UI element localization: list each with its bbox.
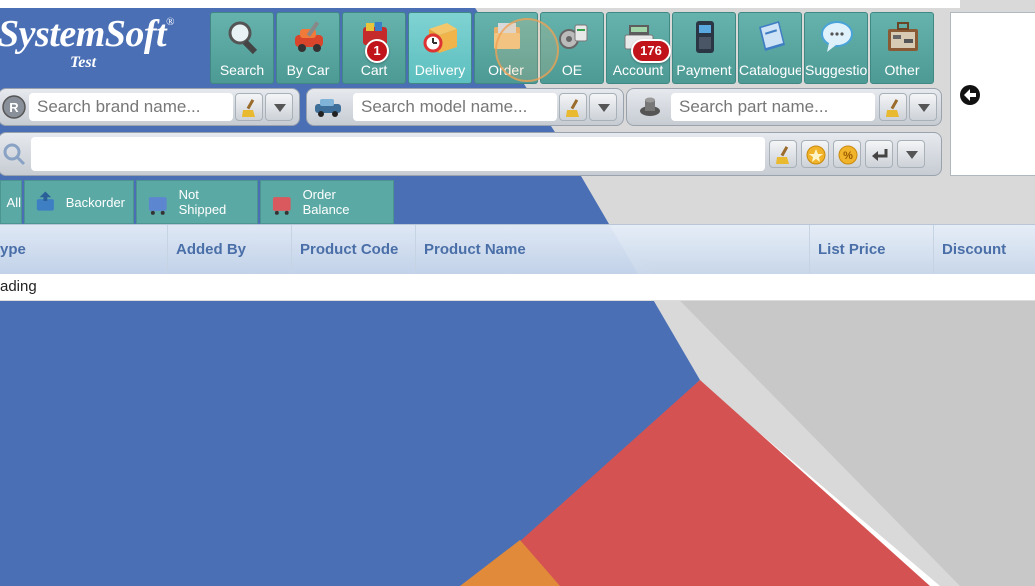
part-search-group xyxy=(626,88,942,126)
order-filter-tabs: All Backorder Not Shipped Order Balance xyxy=(0,180,394,224)
car-icon xyxy=(315,99,341,117)
part-gear-icon xyxy=(640,97,660,116)
speech-bubble-icon xyxy=(821,21,853,52)
column-header-list-price[interactable]: List Price xyxy=(810,225,934,275)
main-dropdown-button[interactable] xyxy=(897,140,925,168)
broom-icon xyxy=(242,99,255,117)
search-icon xyxy=(3,143,26,166)
tab-not-shipped[interactable]: Not Shipped xyxy=(136,180,258,224)
svg-text:R: R xyxy=(9,100,19,115)
catalogue-book-icon xyxy=(759,21,785,51)
model-dropdown-button[interactable] xyxy=(589,93,617,121)
toolbar-cart-button[interactable]: 1 Cart xyxy=(342,12,406,84)
card-terminal-icon xyxy=(696,21,714,53)
toolbox-icon xyxy=(888,22,918,51)
table-loading-status: ading xyxy=(0,274,1035,301)
column-header-product-code[interactable]: Product Code xyxy=(292,225,416,275)
car-tools-icon xyxy=(295,21,323,52)
main-search-group: % xyxy=(0,132,942,176)
cart-down-icon xyxy=(36,191,54,211)
click-highlight-ring xyxy=(495,18,559,82)
star-badge-icon xyxy=(806,145,826,165)
cart-icon xyxy=(148,197,167,215)
part-search-input[interactable] xyxy=(671,93,875,121)
tab-backorder[interactable]: Backorder xyxy=(24,180,134,224)
column-header-type[interactable]: ype xyxy=(0,225,168,275)
main-search-input[interactable] xyxy=(31,137,765,171)
brand-subtitle: Test xyxy=(70,54,97,71)
brand-logo: SystemSoft® Test xyxy=(0,14,213,84)
registered-mark: ® xyxy=(166,16,175,28)
main-toolbar: Search By Car 1 Cart Delivery Order OE 1… xyxy=(210,12,934,84)
toolbar-search-button[interactable]: Search xyxy=(210,12,274,84)
part-dropdown-button[interactable] xyxy=(909,93,937,121)
chevron-down-icon xyxy=(918,104,930,112)
broom-icon xyxy=(566,99,579,117)
chevron-down-icon xyxy=(598,104,610,112)
model-search-group xyxy=(306,88,624,126)
toolbar-delivery-button[interactable]: Delivery xyxy=(408,12,472,84)
back-arrow-icon[interactable] xyxy=(959,84,981,106)
enter-button[interactable] xyxy=(865,140,893,168)
model-clear-button[interactable] xyxy=(559,93,587,121)
delivery-box-icon xyxy=(423,23,457,53)
percent-badge-icon: % xyxy=(838,145,858,165)
column-header-product-name[interactable]: Product Name xyxy=(416,225,810,275)
oe-parts-icon xyxy=(559,24,588,49)
discount-button[interactable]: % xyxy=(833,140,861,168)
brand-dropdown-button[interactable] xyxy=(265,93,293,121)
model-search-input[interactable] xyxy=(353,93,557,121)
column-header-discount[interactable]: Discount xyxy=(934,225,1035,275)
toolbar-account-button[interactable]: 176 Account xyxy=(606,12,671,84)
toolbar-other-button[interactable]: Other xyxy=(870,12,934,84)
toolbar-suggestion-button[interactable]: Suggestion xyxy=(804,12,868,84)
special-offer-button[interactable] xyxy=(801,140,829,168)
brand-logo-icon: R xyxy=(2,95,26,119)
chevron-down-icon xyxy=(274,104,286,112)
toolbar-by-car-button[interactable]: By Car xyxy=(276,12,340,84)
brand-name: SystemSoft xyxy=(0,13,167,55)
cart-count-badge: 1 xyxy=(365,39,389,63)
enter-arrow-icon xyxy=(872,149,888,161)
orders-table-header: ype Added By Product Code Product Name L… xyxy=(0,224,1035,276)
column-header-added-by[interactable]: Added By xyxy=(168,225,292,275)
broom-icon xyxy=(886,99,899,117)
side-panel xyxy=(950,12,1035,176)
tab-all[interactable]: All xyxy=(0,180,22,224)
main-clear-button[interactable] xyxy=(769,140,797,168)
app-window: SystemSoft® Test Search By Car 1 Cart De… xyxy=(0,8,1035,586)
chevron-down-icon xyxy=(906,151,918,159)
brand-search-group: R xyxy=(0,88,300,126)
tab-order-balance[interactable]: Order Balance xyxy=(260,180,394,224)
part-clear-button[interactable] xyxy=(879,93,907,121)
account-count-badge: 176 xyxy=(631,39,671,63)
toolbar-payment-button[interactable]: Payment xyxy=(672,12,736,84)
magnifier-icon xyxy=(228,21,258,55)
brand-clear-button[interactable] xyxy=(235,93,263,121)
svg-text:%: % xyxy=(843,150,853,162)
cart-balance-icon xyxy=(272,197,291,215)
brand-search-input[interactable] xyxy=(29,93,233,121)
broom-icon xyxy=(776,146,789,164)
toolbar-catalogue-button[interactable]: Catalogue xyxy=(738,12,802,84)
